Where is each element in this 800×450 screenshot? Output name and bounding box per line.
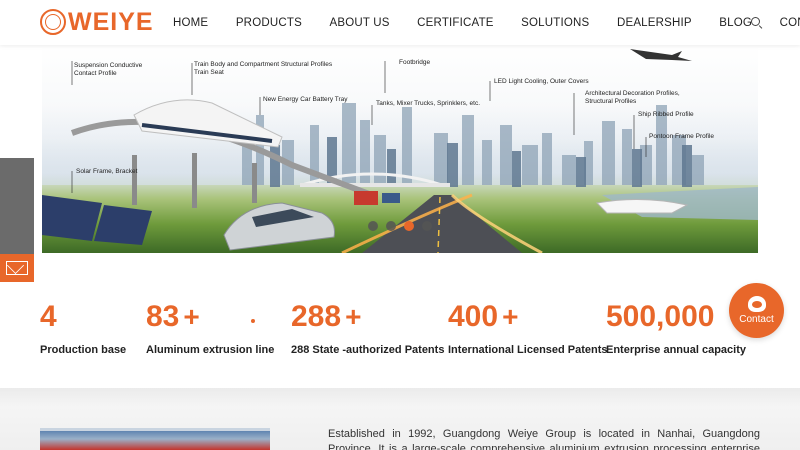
search-icon[interactable]: [751, 17, 760, 26]
callout-label: Architectural Decoration Profiles, Struct…: [585, 90, 680, 105]
nav-dealership[interactable]: DEALERSHIP: [617, 17, 692, 29]
carousel-dot[interactable]: [386, 221, 396, 231]
stat-label: International Licensed Patents: [448, 344, 608, 356]
site-header: WEIYE HOME PRODUCTS ABOUT US CERTIFICATE…: [0, 0, 800, 45]
carousel-dot[interactable]: [422, 221, 432, 231]
stat-value: 400: [448, 300, 499, 333]
main-nav: HOME PRODUCTS ABOUT US CERTIFICATE SOLUT…: [173, 0, 800, 45]
callout-label: Tanks, Mixer Trucks, Sprinklers, etc.: [376, 100, 481, 107]
weiye-logo[interactable]: WEIYE: [40, 9, 154, 35]
nav-home[interactable]: HOME: [173, 17, 208, 29]
decorative-dot: [251, 319, 255, 323]
carousel-dots: [42, 221, 758, 231]
about-section: Established in 1992, Guangdong Weiye Gro…: [0, 388, 800, 450]
stat-value: 288: [291, 300, 342, 333]
nav-products[interactable]: PRODUCTS: [236, 17, 302, 29]
stat-state-patents: 288 + 288 State -authorized Patents: [291, 295, 444, 356]
stat-value: 4: [40, 300, 57, 333]
stat-plus-sign: +: [345, 301, 362, 332]
nav-certificate[interactable]: CERTIFICATE: [417, 17, 494, 29]
logo-text: WEIYE: [68, 8, 154, 36]
chat-icon: [747, 296, 766, 312]
callout-label: Solar Frame, Bracket: [76, 168, 138, 175]
callout-label: LED Light Cooling, Outer Covers: [494, 78, 589, 85]
stat-label: 288 State -authorized Patents: [291, 344, 445, 356]
mail-icon: [6, 261, 28, 275]
nav-blog[interactable]: BLOG: [719, 17, 752, 29]
stat-extrusion-lines: 83 + Aluminum extrusion line: [146, 295, 274, 356]
stat-international-patents: 400 + International Licensed Patents: [448, 295, 608, 356]
carousel-dot[interactable]: [368, 221, 378, 231]
callout-label: Footbridge: [399, 59, 431, 66]
stat-value: 83: [146, 300, 180, 333]
nav-about-us[interactable]: ABOUT US: [329, 17, 389, 29]
carousel-dot-active[interactable]: [404, 221, 414, 231]
stat-label: Production base: [40, 344, 127, 356]
stat-plus-sign: +: [502, 301, 519, 332]
stat-annual-capacity: 500,000 Enterprise annual capacity: [606, 295, 746, 356]
stats-section: 4 Production base 83 + Aluminum extrusion…: [0, 295, 800, 385]
stat-production-base: 4 Production base: [40, 295, 126, 356]
about-text: Established in 1992, Guangdong Weiye Gro…: [328, 428, 760, 450]
callout-label: New Energy Car Battery Tray: [263, 96, 348, 103]
stat-label: Enterprise annual capacity: [606, 344, 746, 356]
callout-label: Ship Ribbed Profile: [638, 111, 694, 118]
stat-plus-sign: +: [183, 301, 200, 332]
contact-label: Contact: [739, 314, 774, 325]
callout-label: Train Body and Compartment Structural Pr…: [194, 61, 333, 76]
hero-banner[interactable]: Suspension Conductive Contact Profile Tra…: [42, 45, 758, 253]
company-building-photo: [40, 428, 270, 450]
callout-label: Pontoon Frame Profile: [649, 133, 715, 140]
callout-label: Suspension Conductive Contact Profile: [74, 62, 143, 77]
nav-solutions[interactable]: SOLUTIONS: [521, 17, 589, 29]
side-email-button[interactable]: [0, 254, 34, 282]
stat-label: Aluminum extrusion line: [146, 344, 275, 356]
contact-float-button[interactable]: Contact: [729, 283, 784, 338]
nav-contact[interactable]: CONTACT: [780, 17, 800, 29]
side-panel[interactable]: [0, 158, 34, 254]
stat-value: 500,000: [606, 300, 715, 333]
logo-seal-icon: [40, 9, 66, 35]
